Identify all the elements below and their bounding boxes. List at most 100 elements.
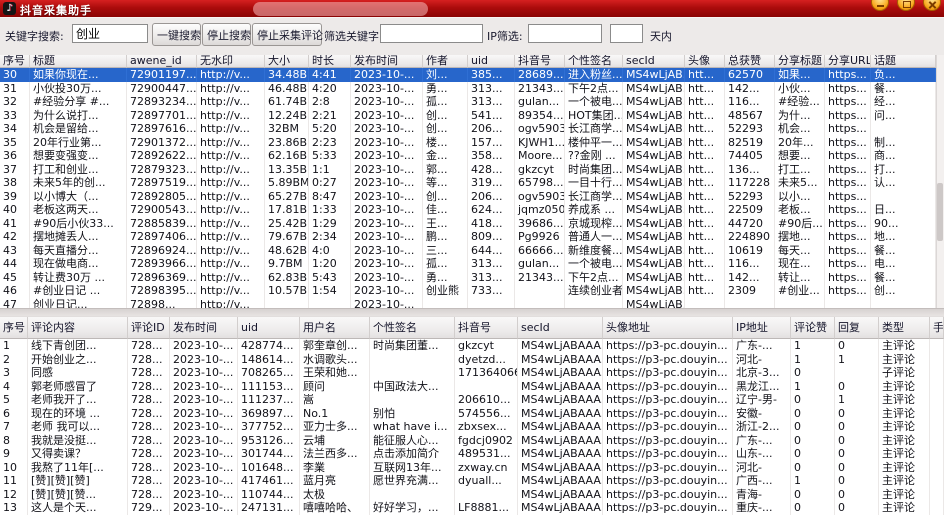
table-row[interactable]: 36想要变强变...72892622...http://v...62.16BM5… [0, 149, 936, 163]
filter-keyword-input[interactable] [380, 24, 483, 43]
ip-filter-input[interactable] [528, 24, 602, 43]
table-cell: 2023-10-... [170, 380, 238, 394]
table-row[interactable]: 38未来5年的创...72897519...http://v...5.89BM0… [0, 176, 936, 190]
maximize-button[interactable] [897, 0, 915, 11]
table-row[interactable]: 5老师我开了...728...2023-10-...111237...嵩2066… [0, 393, 944, 407]
table-row[interactable]: 44现在做电商...72893966...http://v...9.7BM1:2… [0, 257, 936, 271]
column-header[interactable]: uid [468, 55, 515, 68]
table-row[interactable]: 2开始创业之...728...2023-10-...148614...水调歌头.… [0, 353, 944, 367]
table-row[interactable]: 41#90后小伙33...72885839...http://v...25.42… [0, 217, 936, 231]
table-cell: https... [825, 109, 871, 123]
column-header[interactable]: 抖音号 [515, 55, 565, 68]
table-row[interactable]: 37打工和创业...72879323...http://v...13.35BM1… [0, 163, 936, 177]
table-cell: 点击添加简介 [370, 447, 455, 461]
column-header[interactable]: 无水印 [197, 55, 265, 68]
table-row[interactable]: 10我熬了11年[...728...2023-10-...101648...李業… [0, 461, 944, 475]
search-button[interactable]: 一键搜索 [152, 23, 201, 46]
column-header[interactable]: 总获赞 [725, 55, 775, 68]
table-row[interactable]: 1线下青创团...728...2023-10-...428774...郭奎章创.… [0, 339, 944, 353]
column-header[interactable]: 评论内容 [28, 317, 128, 339]
keyword-search-input[interactable] [72, 24, 148, 43]
table-cell: 以小... [775, 190, 825, 204]
scrollbar-thumb[interactable] [937, 183, 943, 241]
table-row[interactable]: 3同感728...2023-10-...708265...王荣和她...1713… [0, 366, 944, 380]
table-cell: 商... [871, 149, 936, 163]
table-row[interactable]: 45转让费30万 ...72896369...http://v...62.83B… [0, 271, 936, 285]
table-cell [309, 298, 351, 309]
video-table-scrollbar[interactable] [936, 55, 944, 308]
table-row[interactable]: 39以小博大（...72892805...http://v...65.27BM8… [0, 190, 936, 204]
column-header[interactable]: 个性签名 [565, 55, 623, 68]
column-header[interactable]: awene_id [127, 55, 197, 68]
table-row-partial[interactable]: 47创业日记...72898...http://v...2023-10-...M… [0, 298, 936, 309]
table-cell: htt... [685, 217, 725, 231]
column-header[interactable]: 发布时间 [170, 317, 238, 339]
column-header[interactable]: 序号 [0, 55, 30, 68]
column-header[interactable]: 标题 [30, 55, 127, 68]
column-header[interactable]: 用户名 [300, 317, 370, 339]
table-row[interactable]: 12[赞][赞][赞...728...2023-10-...110744...太… [0, 488, 944, 502]
table-cell [930, 339, 944, 353]
column-header[interactable]: 分享标题 [775, 55, 825, 68]
column-header[interactable]: 评论ID [128, 317, 170, 339]
column-header[interactable]: 个性签名 [370, 317, 455, 339]
table-row[interactable]: 9又得卖课？728...2023-10-...301744...法兰西多...点… [0, 447, 944, 461]
table-cell: 728... [128, 447, 170, 461]
table-row[interactable]: 4郭老师感冒了728...2023-10-...111153...顾问中国政法大… [0, 380, 944, 394]
table-cell: 我就是没挺... [28, 434, 128, 448]
column-header[interactable]: 时长 [309, 55, 351, 68]
table-cell [930, 474, 944, 488]
table-row[interactable]: 43每天直播分...72896924...http://v...48.62BM4… [0, 244, 936, 258]
column-header[interactable]: 头像 [685, 55, 725, 68]
table-cell: https://p3-pc.douyin... [603, 407, 733, 421]
table-row[interactable]: 7老师 我可以...728...2023-10-...377752...亚力士多… [0, 420, 944, 434]
column-header[interactable]: 类型 [879, 317, 930, 339]
column-header[interactable]: 抖音号 [455, 317, 518, 339]
column-header[interactable]: uid [238, 317, 300, 339]
column-header[interactable]: 头像地址 [603, 317, 733, 339]
column-header[interactable]: 发布时间 [351, 55, 423, 68]
column-header[interactable]: 大小 [265, 55, 309, 68]
table-row[interactable]: 30如果你现在...72901197...http://v...34.48BM4… [0, 68, 936, 82]
table-row[interactable]: 34机会是留给...72897616...http://v...32BM5:20… [0, 122, 936, 136]
table-row[interactable]: 3520年行业第...72901372...http://v...23.86BM… [0, 136, 936, 150]
table-cell: http://v... [197, 68, 265, 82]
column-header[interactable]: 评论赞 [791, 317, 835, 339]
table-cell: 老板... [775, 203, 825, 217]
column-header[interactable]: 手 [930, 317, 944, 339]
table-cell: 2023-10-... [351, 176, 423, 190]
table-row[interactable]: 32#经验分享 #...72893234...http://v...61.74B… [0, 95, 936, 109]
table-row[interactable]: 42摆地摊丢人...72897406...http://v...79.67BM2… [0, 230, 936, 244]
column-header[interactable]: 回复 [835, 317, 879, 339]
column-header[interactable]: 话题 [871, 55, 936, 68]
table-cell [871, 122, 936, 136]
table-cell: [赞][赞][赞] [28, 474, 128, 488]
table-row[interactable]: 40老板这两天...72900543...http://v...17.81BM1… [0, 203, 936, 217]
table-cell: 2023-10-... [351, 95, 423, 109]
table-cell: 一目十行... [565, 176, 623, 190]
stop-collect-comments-button[interactable]: 停止采集评论 [252, 23, 322, 46]
stop-search-button[interactable]: 停止搜索 [202, 23, 251, 46]
table-cell: MS4wLjAB... [623, 163, 685, 177]
column-header[interactable]: secId [518, 317, 603, 339]
column-header[interactable]: 作者 [423, 55, 468, 68]
table-row[interactable]: 46#创业日记 ...72898395...http://v...10.57BM… [0, 284, 936, 298]
table-row[interactable]: 33为什么说打...72897701...http://v...12.24BM2… [0, 109, 936, 123]
column-header[interactable]: 分享URL [825, 55, 871, 68]
minimize-button[interactable] [871, 0, 889, 11]
table-row[interactable]: 6现在的环境 ...728...2023-10-...369897...No.1… [0, 407, 944, 421]
days-input[interactable] [610, 24, 643, 43]
table-row[interactable]: 31小伙投30万...72900447...http://v...46.48BM… [0, 82, 936, 96]
table-row[interactable]: 11[赞][赞][赞]728...2023-10-...417461...蓝月亮… [0, 474, 944, 488]
table-row[interactable]: 13这人是个天...729...2023-10-...247131...嘻嘻哈哈… [0, 501, 944, 515]
column-header[interactable]: secId [623, 55, 685, 68]
table-cell: Pg9926 [515, 230, 565, 244]
table-row[interactable]: 8我就是没挺...728...2023-10-...953126...云埔能征服… [0, 434, 944, 448]
table-cell: 0 [835, 501, 879, 515]
table-cell: http://v... [197, 284, 265, 298]
table-cell: 72897406... [127, 230, 197, 244]
column-header[interactable]: 序号 [0, 317, 28, 339]
column-header[interactable]: IP地址 [733, 317, 791, 339]
close-button[interactable] [923, 0, 941, 11]
table-cell [930, 407, 944, 421]
